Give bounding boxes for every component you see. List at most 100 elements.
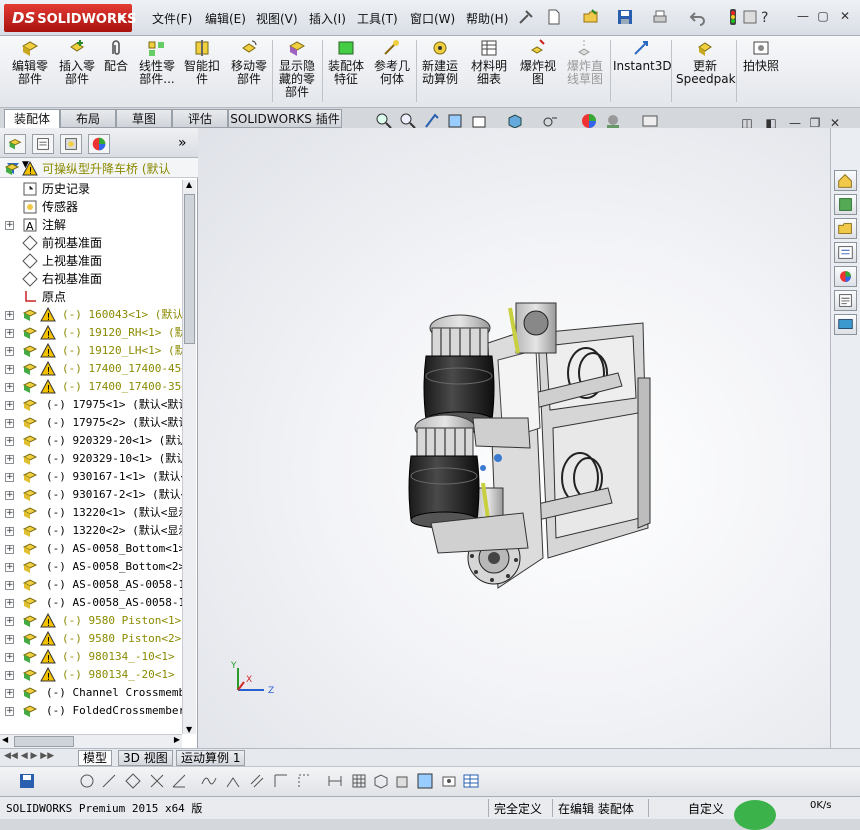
view-palette-icon[interactable]	[834, 242, 857, 263]
cube-icon[interactable]	[394, 772, 412, 790]
feature-manager-tab-icon[interactable]	[4, 134, 26, 154]
circle-icon[interactable]	[78, 772, 96, 790]
scroll-down-icon[interactable]: ▼	[186, 725, 192, 734]
rebuild-traffic-light-icon[interactable]	[724, 8, 742, 26]
explode-line-sketch-button[interactable]: 爆炸直 线草图	[562, 38, 608, 86]
open-folder-icon[interactable]	[582, 8, 600, 26]
expand-icon[interactable]: +	[5, 221, 14, 230]
tree-component[interactable]: + (-) 920329-20<1> (默认<	[0, 432, 182, 450]
tree-item-sensor[interactable]: 传感器	[0, 198, 182, 216]
exploded-view-button[interactable]: 爆炸视 图	[517, 38, 559, 86]
offset-icon[interactable]	[224, 772, 242, 790]
angle-icon[interactable]	[170, 772, 188, 790]
tree-root-assembly[interactable]: ! 可操纵型升降车桥 (默认	[0, 160, 182, 178]
expand-icon[interactable]: +	[5, 581, 14, 590]
menu-edit[interactable]: 编辑(E)	[205, 10, 246, 27]
tree-horizontal-scrollbar[interactable]: ◀ ▶	[0, 734, 182, 748]
tree-item-origin[interactable]: 原点	[0, 288, 182, 306]
horizontal-scroll-thumb[interactable]	[14, 736, 74, 747]
tree-component[interactable]: + (-) 17975<1> (默认<默认	[0, 396, 182, 414]
tab-sketch[interactable]: 草图	[116, 109, 172, 128]
new-motion-study-button[interactable]: 新建运 动算例	[419, 38, 461, 86]
linear-pattern-button[interactable]: 线性零 部件...	[136, 38, 178, 86]
appearances-icon[interactable]	[834, 266, 857, 287]
tab-motion-study-1[interactable]: 运动算例 1	[176, 750, 246, 766]
assembly-model[interactable]	[198, 128, 830, 748]
scroll-right-icon[interactable]: ▶	[174, 735, 180, 744]
expand-icon[interactable]: +	[5, 347, 14, 356]
expand-icon[interactable]: +	[5, 419, 14, 428]
move-component-button[interactable]: 移动零 部件	[228, 38, 270, 86]
instant3d-button[interactable]: Instant3D	[613, 38, 672, 73]
tree-item-history[interactable]: 历史记录	[0, 180, 182, 198]
expand-icon[interactable]: +	[5, 527, 14, 536]
expand-icon[interactable]: +	[5, 401, 14, 410]
tree-component[interactable]: + (-) AS-0058_AS-0058-1F	[0, 576, 182, 594]
tab-scroll-arrows[interactable]: ◀◀ ◀ ▶ ▶▶	[4, 751, 54, 761]
help-icon[interactable]: ?	[756, 8, 774, 26]
tab-layout[interactable]: 布局	[60, 109, 116, 128]
file-explorer-icon[interactable]	[834, 218, 857, 239]
graphics-viewport[interactable]: Y X Z	[198, 128, 830, 748]
home-icon[interactable]	[834, 170, 857, 191]
expand-icon[interactable]: +	[5, 509, 14, 518]
status-custom-units[interactable]: 自定义	[688, 800, 724, 817]
corner-icon[interactable]	[272, 772, 290, 790]
vertical-scroll-thumb[interactable]	[184, 194, 195, 344]
shaded-cube-icon[interactable]	[416, 772, 434, 790]
assembly-features-button[interactable]: 装配体 特征	[325, 38, 367, 86]
expand-icon[interactable]: +	[5, 617, 14, 626]
take-snapshot-button[interactable]: 拍快照	[740, 38, 782, 73]
show-hidden-components-button[interactable]: 显示隐 藏的零 部件	[276, 38, 318, 99]
expand-icon[interactable]: +	[5, 671, 14, 680]
expand-icon[interactable]: +	[5, 383, 14, 392]
expand-icon[interactable]: +	[5, 689, 14, 698]
grid-icon[interactable]	[350, 772, 368, 790]
menu-file[interactable]: 文件(F)	[152, 10, 192, 27]
tree-component[interactable]: + (-) 17975<2> (默认<默认	[0, 414, 182, 432]
expand-icon[interactable]: +	[5, 563, 14, 572]
pin-icon[interactable]	[517, 8, 535, 26]
spline-icon[interactable]	[200, 772, 218, 790]
dashed-corner-icon[interactable]	[296, 772, 314, 790]
tree-component[interactable]: +! (-) 980134_-10<1> (	[0, 648, 182, 666]
edit-component-button[interactable]: 编辑零 部件	[8, 38, 52, 86]
update-speedpak-button[interactable]: 更新 Speedpak	[676, 38, 736, 86]
expand-icon[interactable]: +	[5, 365, 14, 374]
box-icon[interactable]	[372, 772, 390, 790]
tree-component[interactable]: + (-) AS-0058_AS-0058-1F	[0, 594, 182, 612]
tree-component[interactable]: +! (-) 9580 Piston<1> (	[0, 612, 182, 630]
property-manager-tab-icon[interactable]	[32, 134, 54, 154]
tree-component[interactable]: + (-) 13220<1> (默认<显示	[0, 504, 182, 522]
table-icon[interactable]	[462, 772, 480, 790]
undo-icon[interactable]	[689, 8, 707, 26]
tree-item-plane[interactable]: 上视基准面	[0, 252, 182, 270]
camera-icon[interactable]	[440, 772, 458, 790]
tree-component[interactable]: + (-) Channel Crossmember	[0, 684, 182, 702]
dimension-icon[interactable]	[326, 772, 344, 790]
tab-model[interactable]: 模型	[78, 750, 113, 766]
insert-component-button[interactable]: 插入零 部件	[55, 38, 99, 86]
smart-fasteners-button[interactable]: 智能扣 件	[182, 38, 222, 86]
tree-item-plane[interactable]: 右视基准面	[0, 270, 182, 288]
tree-component[interactable]: + (-) 920329-10<1> (默认<	[0, 450, 182, 468]
tab-3d-view[interactable]: 3D 视图	[118, 750, 173, 766]
tree-component[interactable]: +! (-) 19120_LH<1> (默认	[0, 342, 182, 360]
menu-insert[interactable]: 插入(I)	[309, 10, 346, 27]
tree-component[interactable]: +! (-) 17400_17400-45<1	[0, 360, 182, 378]
expand-icon[interactable]: +	[5, 329, 14, 338]
scroll-left-icon[interactable]: ◀	[2, 735, 8, 744]
polygon-icon[interactable]	[124, 772, 142, 790]
tree-component[interactable]: +! (-) 19120_RH<1> (默认	[0, 324, 182, 342]
tree-component[interactable]: +! (-) 980134_-20<1> (	[0, 666, 182, 684]
expand-icon[interactable]: +	[5, 473, 14, 482]
expand-icon[interactable]: +	[5, 311, 14, 320]
save-icon[interactable]	[18, 772, 36, 790]
tree-item-annotation[interactable]: + A 注解	[0, 216, 182, 234]
tab-assembly[interactable]: 装配体	[4, 109, 60, 128]
expand-icon[interactable]: +	[5, 437, 14, 446]
menu-view[interactable]: 视图(V)	[256, 10, 298, 27]
scroll-up-icon[interactable]: ▲	[186, 180, 192, 189]
restore-button[interactable]: ▢	[816, 9, 830, 23]
tree-component[interactable]: + (-) AS-0058_Bottom<2> (	[0, 558, 182, 576]
